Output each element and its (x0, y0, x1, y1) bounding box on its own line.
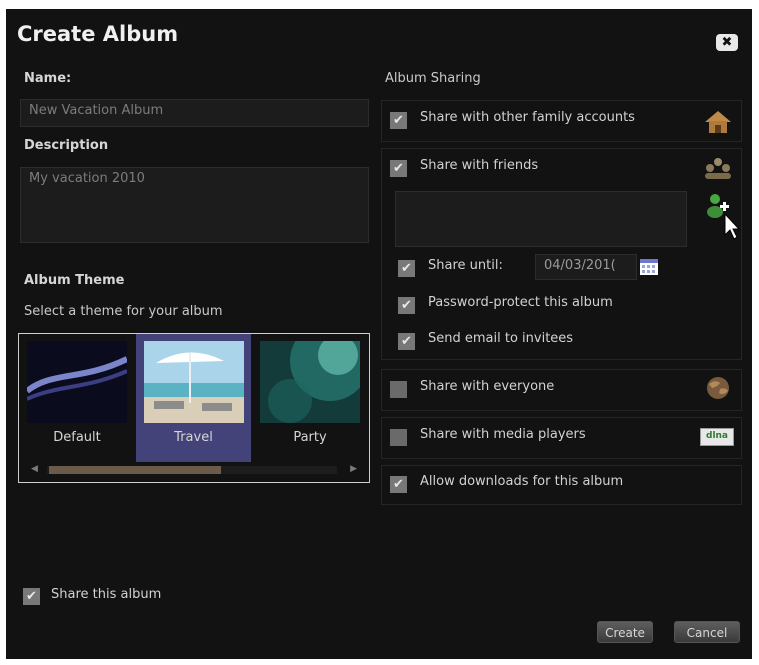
share-everyone-checkbox[interactable] (390, 381, 407, 398)
friends-share-checkbox[interactable]: ✔ (390, 160, 407, 177)
share-until-label: Share until: (428, 258, 503, 273)
theme-picker: Default Travel Party ◀ ▶ (18, 333, 370, 483)
password-protect-label: Password-protect this album (428, 295, 613, 310)
friends-icon (705, 158, 731, 179)
cancel-button[interactable]: Cancel (674, 621, 740, 643)
theme-thumbnail-travel (144, 341, 244, 423)
scroll-thumb[interactable] (49, 466, 221, 474)
media-player-icon: dlna (700, 428, 734, 446)
friends-share-label: Share with friends (420, 158, 539, 173)
family-share-checkbox[interactable]: ✔ (390, 112, 407, 129)
theme-thumbnail-party (260, 341, 360, 423)
calendar-icon[interactable] (639, 258, 659, 276)
share-media-label: Share with media players (420, 427, 586, 442)
description-textarea[interactable]: My vacation 2010 (20, 167, 369, 243)
album-theme-heading: Album Theme (24, 273, 125, 288)
send-email-label: Send email to invitees (428, 331, 574, 346)
globe-icon (707, 377, 729, 399)
theme-thumbnail-default (27, 341, 127, 423)
password-protect-checkbox[interactable]: ✔ (398, 297, 415, 314)
dialog-title: Create Album (17, 22, 179, 46)
share-until-checkbox[interactable]: ✔ (398, 260, 415, 277)
album-sharing-heading: Album Sharing (385, 71, 481, 86)
theme-label: Travel (174, 430, 213, 445)
theme-option-default[interactable]: Default (19, 334, 135, 462)
share-until-date-input[interactable]: 04/03/201( (535, 254, 637, 280)
scroll-right-icon[interactable]: ▶ (350, 464, 357, 474)
theme-label: Party (293, 430, 327, 445)
close-icon: ✖ (721, 35, 733, 50)
close-button[interactable]: ✖ (716, 34, 738, 51)
family-share-label: Share with other family accounts (420, 110, 635, 125)
share-album-checkbox[interactable]: ✔ (23, 588, 40, 605)
theme-option-party[interactable]: Party (252, 334, 368, 462)
home-icon (705, 111, 731, 133)
allow-downloads-label: Allow downloads for this album (420, 474, 624, 489)
share-album-label: Share this album (51, 587, 162, 602)
send-email-checkbox[interactable]: ✔ (398, 333, 415, 350)
theme-label: Default (53, 430, 101, 445)
theme-option-travel[interactable]: Travel (136, 334, 251, 462)
share-media-checkbox[interactable] (390, 429, 407, 446)
album-name-input[interactable]: New Vacation Album (20, 99, 369, 127)
description-label: Description (24, 138, 109, 153)
allow-downloads-checkbox[interactable]: ✔ (390, 476, 407, 493)
scroll-left-icon[interactable]: ◀ (31, 464, 38, 474)
name-label: Name: (24, 71, 72, 86)
share-everyone-label: Share with everyone (420, 379, 555, 394)
friends-list-input[interactable] (395, 191, 687, 247)
theme-prompt: Select a theme for your album (24, 304, 223, 319)
create-button[interactable]: Create (597, 621, 653, 643)
mouse-cursor-icon (724, 213, 740, 240)
theme-scrollbar[interactable]: ◀ ▶ (29, 464, 359, 474)
